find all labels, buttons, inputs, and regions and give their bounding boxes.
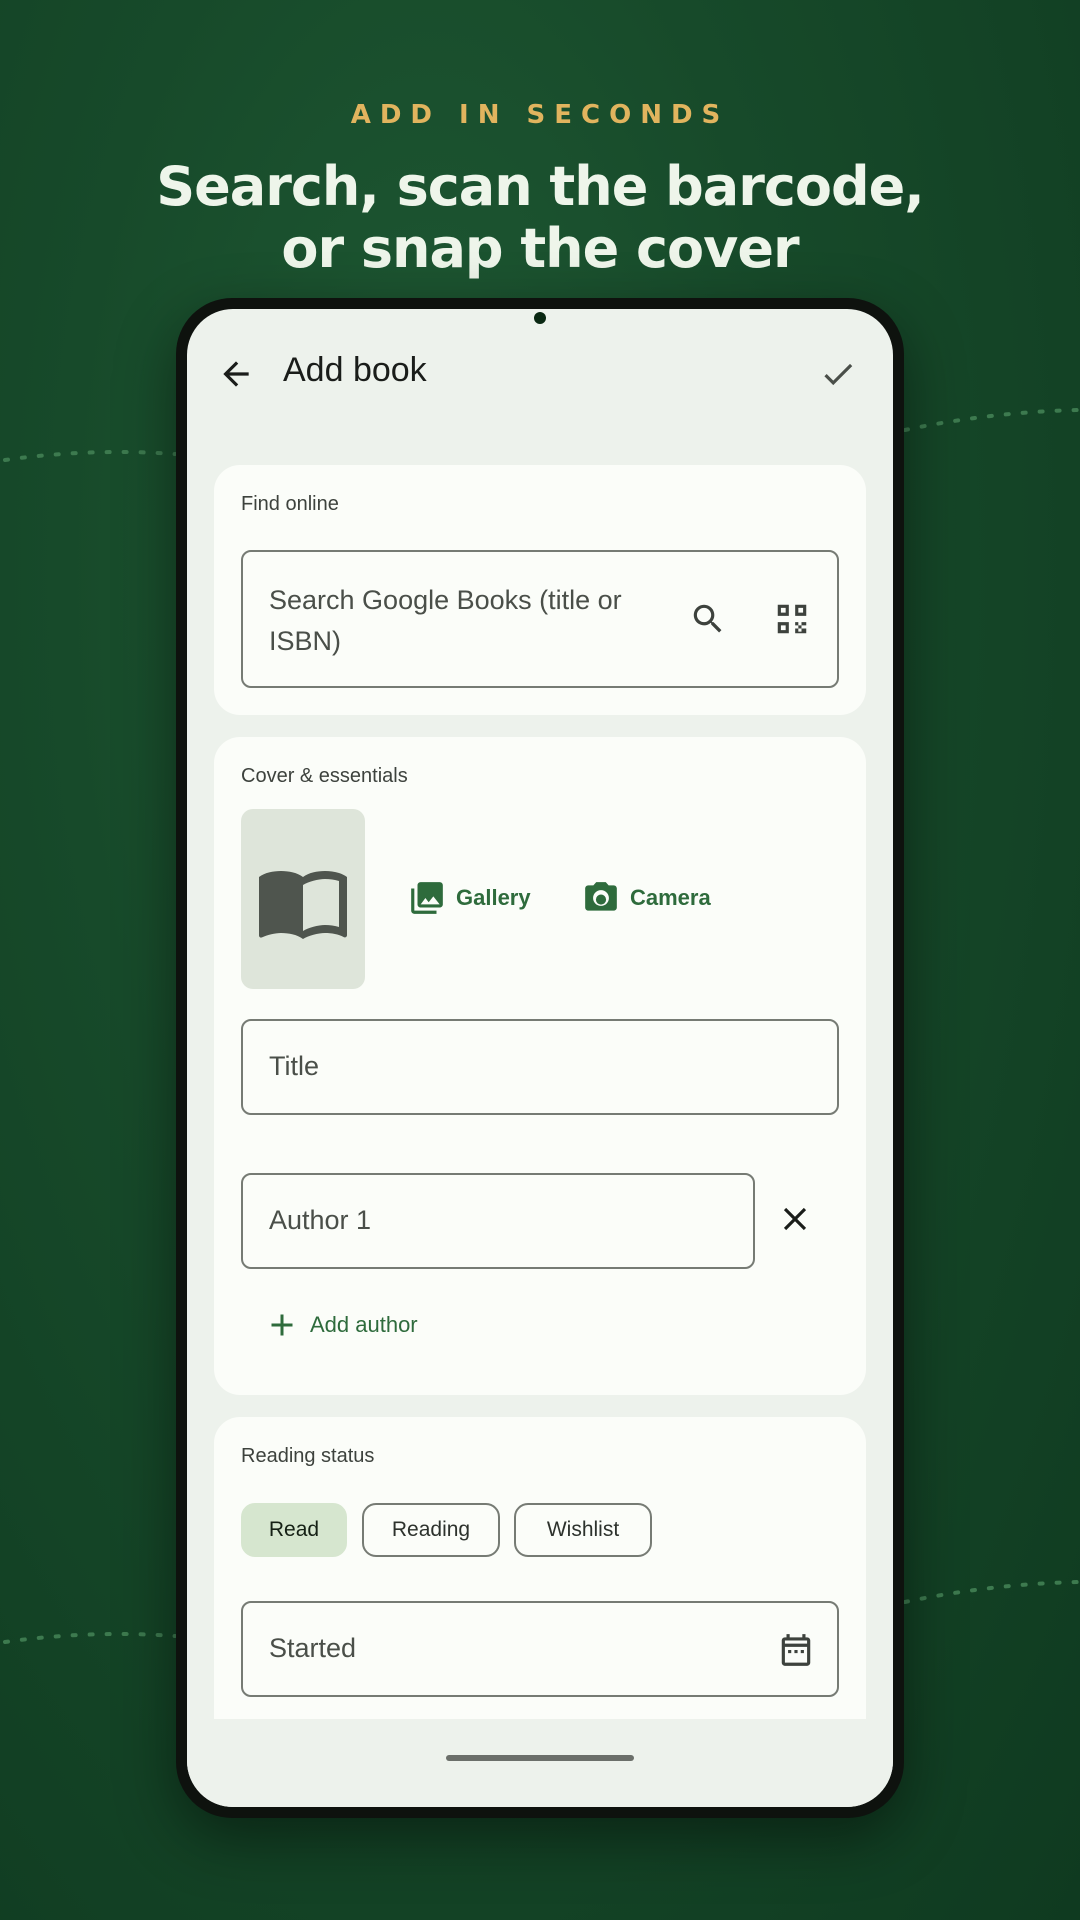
search-placeholder: Search Google Books (title or ISBN) — [269, 580, 622, 662]
search-placeholder-line2: ISBN) — [269, 626, 342, 656]
plus-icon — [271, 1314, 293, 1336]
decorative-dots-left — [3, 450, 177, 462]
search-placeholder-line1: Search Google Books (title or — [269, 585, 622, 615]
decorative-dots-right-lower — [903, 1580, 1080, 1604]
page-title: Add book — [283, 351, 427, 389]
chip-wishlist[interactable]: Wishlist — [514, 1503, 652, 1557]
camera-button[interactable]: Camera — [582, 879, 711, 917]
gallery-button[interactable]: Gallery — [408, 879, 531, 917]
promo-eyebrow: ADD IN SECONDS — [350, 100, 730, 130]
find-online-card: Find online Search Google Books (title o… — [214, 465, 866, 715]
cover-essentials-card: Cover & essentials Gallery Camera Title … — [214, 737, 866, 1395]
search-icon[interactable] — [689, 600, 727, 638]
title-input[interactable]: Title — [241, 1019, 839, 1115]
promo-headline: Search, scan the barcode, or snap the co… — [0, 156, 1080, 280]
app-bar: Add book — [187, 339, 893, 409]
author-input[interactable]: Author 1 — [241, 1173, 755, 1269]
reading-status-label: Reading status — [241, 1445, 375, 1467]
title-placeholder: Title — [269, 1051, 320, 1081]
gallery-label: Gallery — [456, 885, 531, 910]
promo-headline-line1: Search, scan the barcode, — [156, 155, 925, 218]
reading-status-card: Reading status Read Reading Wishlist Sta… — [214, 1417, 866, 1719]
close-icon[interactable] — [776, 1200, 814, 1238]
chip-read[interactable]: Read — [241, 1503, 347, 1557]
phone-frame: Add book Find online Search Google Books… — [176, 298, 904, 1818]
started-date-input[interactable]: Started — [241, 1601, 839, 1697]
phone-screen: Add book Find online Search Google Books… — [187, 309, 893, 1807]
book-open-icon — [259, 871, 347, 939]
camera-cutout — [534, 312, 546, 324]
camera-label: Camera — [630, 885, 711, 910]
gallery-icon — [411, 882, 443, 914]
search-input[interactable]: Search Google Books (title or ISBN) — [241, 550, 839, 688]
decorative-dots-left-lower — [3, 1632, 177, 1644]
add-author-label: Add author — [310, 1312, 418, 1337]
check-icon[interactable] — [819, 355, 857, 393]
navigation-bar — [187, 1719, 893, 1807]
author-placeholder: Author 1 — [269, 1205, 372, 1235]
cover-placeholder[interactable] — [241, 809, 365, 989]
cover-essentials-label: Cover & essentials — [241, 765, 408, 787]
add-author-button[interactable]: Add author — [264, 1307, 418, 1343]
find-online-label: Find online — [241, 493, 339, 515]
qr-scan-icon[interactable] — [773, 600, 811, 638]
promo-headline-line2: or snap the cover — [281, 217, 799, 280]
home-indicator[interactable] — [446, 1755, 634, 1761]
chip-reading[interactable]: Reading — [362, 1503, 500, 1557]
camera-icon — [585, 882, 617, 911]
arrow-back-icon[interactable] — [217, 355, 255, 393]
started-placeholder: Started — [269, 1633, 357, 1663]
calendar-icon[interactable] — [777, 1631, 815, 1669]
form-scroll-area[interactable]: Find online Search Google Books (title o… — [187, 409, 893, 1719]
decorative-dots-right — [903, 408, 1080, 432]
